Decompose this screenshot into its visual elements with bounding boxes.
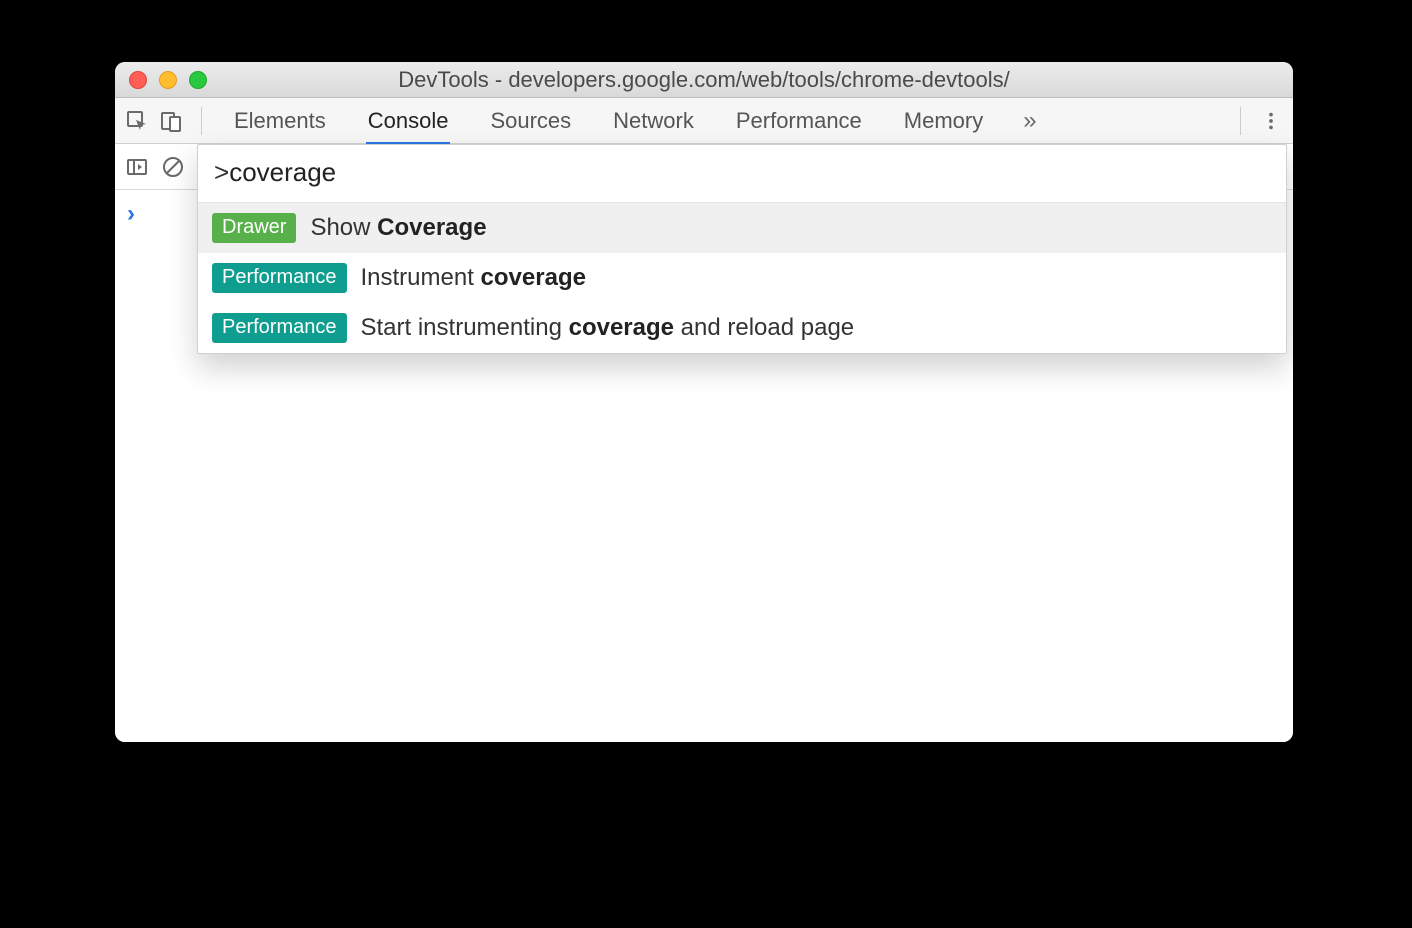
toggle-sidebar-icon[interactable] bbox=[123, 153, 151, 181]
kebab-menu-icon[interactable] bbox=[1257, 107, 1285, 135]
command-menu-query: coverage bbox=[229, 157, 336, 187]
devtools-toolbar: Elements Console Sources Network Perform… bbox=[115, 98, 1293, 144]
console-prompt-caret[interactable]: › bbox=[127, 200, 135, 228]
close-window-button[interactable] bbox=[129, 71, 147, 89]
command-badge: Performance bbox=[212, 263, 347, 293]
command-text-match: coverage bbox=[569, 314, 674, 341]
toolbar-separator bbox=[201, 107, 202, 135]
command-text: Instrument coverage bbox=[361, 264, 586, 292]
command-text-match: coverage bbox=[481, 264, 586, 291]
command-menu: >coverage Drawer Show Coverage Performan… bbox=[197, 144, 1287, 354]
titlebar: DevTools - developers.google.com/web/too… bbox=[115, 62, 1293, 98]
command-menu-results: Drawer Show Coverage Performance Instrum… bbox=[198, 203, 1286, 353]
command-text-match: Coverage bbox=[377, 214, 486, 241]
command-badge: Drawer bbox=[212, 213, 296, 243]
tab-sources[interactable]: Sources bbox=[488, 100, 573, 142]
window-controls bbox=[129, 71, 207, 89]
command-badge: Performance bbox=[212, 313, 347, 343]
toolbar-separator bbox=[1240, 107, 1241, 135]
tab-console[interactable]: Console bbox=[366, 100, 451, 145]
tabs-overflow-icon[interactable]: » bbox=[1023, 107, 1030, 135]
minimize-window-button[interactable] bbox=[159, 71, 177, 89]
clear-console-icon[interactable] bbox=[159, 153, 187, 181]
command-menu-prefix: > bbox=[214, 157, 229, 187]
tab-elements[interactable]: Elements bbox=[232, 100, 328, 142]
tab-memory[interactable]: Memory bbox=[902, 100, 985, 142]
command-text-post: and reload page bbox=[674, 314, 854, 341]
inspect-element-icon[interactable] bbox=[123, 107, 151, 135]
command-menu-item[interactable]: Performance Start instrumenting coverage… bbox=[198, 303, 1286, 353]
command-text-pre: Start instrumenting bbox=[361, 314, 569, 341]
tab-performance[interactable]: Performance bbox=[734, 100, 864, 142]
command-text-pre: Instrument bbox=[361, 264, 481, 291]
tab-network[interactable]: Network bbox=[611, 100, 696, 142]
command-menu-item[interactable]: Performance Instrument coverage bbox=[198, 253, 1286, 303]
panel-tabs: Elements Console Sources Network Perform… bbox=[232, 100, 1031, 142]
command-menu-item[interactable]: Drawer Show Coverage bbox=[198, 203, 1286, 253]
devtools-window: DevTools - developers.google.com/web/too… bbox=[115, 62, 1293, 742]
command-text: Start instrumenting coverage and reload … bbox=[361, 314, 855, 342]
device-toolbar-icon[interactable] bbox=[157, 107, 185, 135]
command-text-pre: Show bbox=[310, 214, 377, 241]
window-title: DevTools - developers.google.com/web/too… bbox=[115, 67, 1293, 93]
zoom-window-button[interactable] bbox=[189, 71, 207, 89]
command-text: Show Coverage bbox=[310, 214, 486, 242]
command-menu-input[interactable]: >coverage bbox=[198, 145, 1286, 203]
